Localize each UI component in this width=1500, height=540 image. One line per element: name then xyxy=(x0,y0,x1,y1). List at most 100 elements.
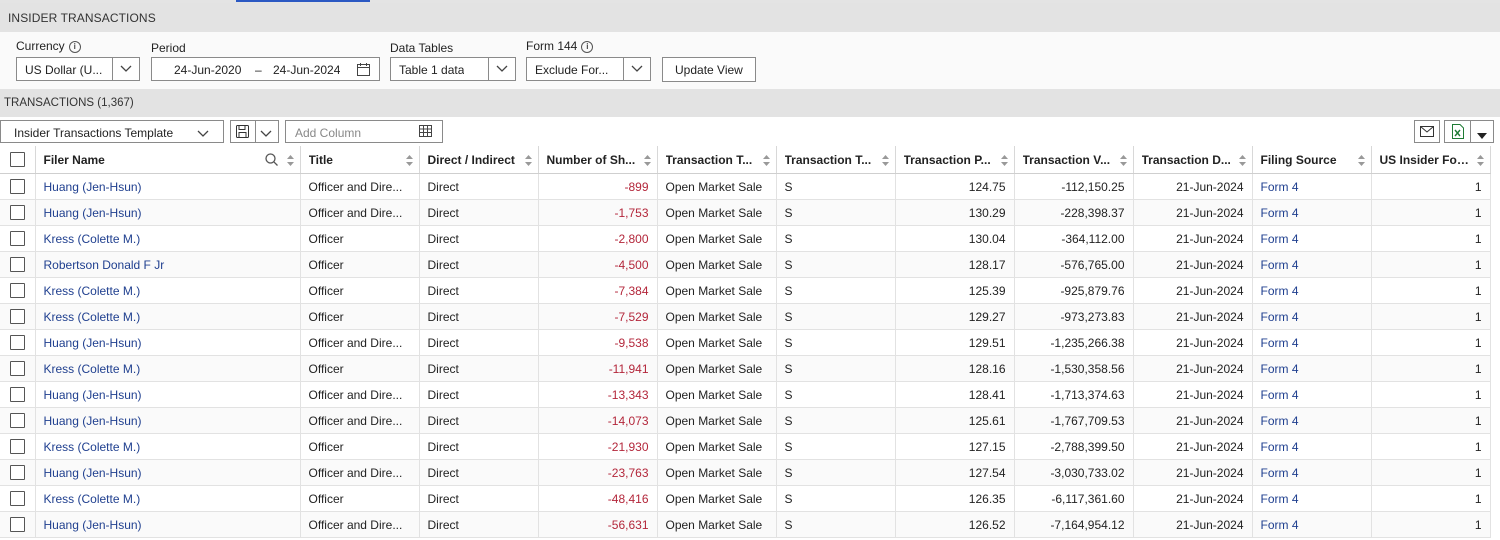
column-grid-icon[interactable] xyxy=(419,125,432,140)
email-button[interactable] xyxy=(1414,120,1440,143)
filer-name-cell[interactable]: Robertson Donald F Jr xyxy=(35,251,301,278)
table-row[interactable]: Kress (Colette M.) Officer Direct -48,416 Op… xyxy=(0,485,1491,512)
table-row[interactable]: Huang (Jen-Hsun) Officer and Dire... Direc… xyxy=(0,199,1491,226)
sort-icon[interactable] xyxy=(881,155,889,169)
excel-icon[interactable] xyxy=(1452,124,1464,142)
form144-dropdown[interactable]: Exclude For... xyxy=(526,57,651,81)
row-checkbox[interactable] xyxy=(9,361,25,377)
filing-source-cell[interactable]: Form 4 xyxy=(1252,329,1372,356)
period-range-field[interactable]: 24-Jun-2020 – 24-Jun-2024 xyxy=(151,57,380,81)
filing-source-cell[interactable]: Form 4 xyxy=(1252,433,1372,460)
sort-icon[interactable] xyxy=(1119,155,1127,169)
row-checkbox[interactable] xyxy=(9,231,25,247)
sort-icon[interactable] xyxy=(1000,155,1008,169)
sort-icon[interactable] xyxy=(762,155,770,169)
column-header-title[interactable]: Title xyxy=(300,146,420,174)
filing-source-cell[interactable]: Form 4 xyxy=(1252,459,1372,486)
sort-icon[interactable] xyxy=(1357,155,1365,169)
filing-source-cell[interactable]: Form 4 xyxy=(1252,225,1372,252)
search-icon[interactable] xyxy=(264,153,278,169)
column-header-filing-source[interactable]: Filing Source xyxy=(1252,146,1372,174)
row-checkbox[interactable] xyxy=(9,491,25,507)
column-header-direct-indirect[interactable]: Direct / Indirect xyxy=(419,146,539,174)
table-row[interactable]: Kress (Colette M.) Officer Direct -11,941 Op… xyxy=(0,355,1491,382)
filer-name-cell[interactable]: Kress (Colette M.) xyxy=(35,277,301,304)
filer-name-cell[interactable]: Kress (Colette M.) xyxy=(35,433,301,460)
row-checkbox[interactable] xyxy=(9,465,25,481)
table-row[interactable]: Huang (Jen-Hsun) Officer and Dire... Direc… xyxy=(0,407,1491,434)
filing-source-cell[interactable]: Form 4 xyxy=(1252,173,1372,200)
template-dropdown[interactable]: Insider Transactions Template xyxy=(0,120,224,143)
row-checkbox[interactable] xyxy=(9,205,25,221)
row-checkbox[interactable] xyxy=(9,387,25,403)
currency-dropdown[interactable]: US Dollar (U... xyxy=(16,57,140,81)
filer-name-cell[interactable]: Kress (Colette M.) xyxy=(35,225,301,252)
sort-icon[interactable] xyxy=(405,155,413,169)
sort-icon[interactable] xyxy=(524,155,532,169)
filing-source-cell[interactable]: Form 4 xyxy=(1252,251,1372,278)
filing-source-cell[interactable]: Form 4 xyxy=(1252,511,1372,538)
column-header-filer-name[interactable]: Filer Name xyxy=(35,146,301,174)
period-end[interactable]: 24-Jun-2024 xyxy=(273,63,340,77)
select-all-checkbox[interactable] xyxy=(9,152,25,168)
chevron-down-icon[interactable] xyxy=(197,127,209,141)
sort-icon[interactable] xyxy=(643,155,651,169)
table-row[interactable]: Kress (Colette M.) Officer Direct -7,529 Ope… xyxy=(0,303,1491,330)
filing-source-cell[interactable]: Form 4 xyxy=(1252,407,1372,434)
row-checkbox[interactable] xyxy=(9,335,25,351)
sort-icon[interactable] xyxy=(1476,155,1484,169)
column-header-number-of-shares[interactable]: Number of Sh... xyxy=(538,146,658,174)
table-row[interactable]: Huang (Jen-Hsun) Officer and Dire... Direc… xyxy=(0,511,1491,538)
filer-name-cell[interactable]: Huang (Jen-Hsun) xyxy=(35,173,301,200)
filing-source-cell[interactable]: Form 4 xyxy=(1252,277,1372,304)
column-header-transaction-code[interactable]: Transaction T... xyxy=(776,146,896,174)
chevron-down-icon[interactable] xyxy=(112,58,139,80)
row-checkbox[interactable] xyxy=(9,257,25,273)
row-checkbox[interactable] xyxy=(9,283,25,299)
period-start[interactable]: 24-Jun-2020 xyxy=(174,63,241,77)
add-column-field[interactable]: Add Column xyxy=(285,120,443,143)
table-row[interactable]: Kress (Colette M.) Officer Direct -7,384 Ope… xyxy=(0,277,1491,304)
column-header-transaction-type[interactable]: Transaction T... xyxy=(657,146,777,174)
row-checkbox[interactable] xyxy=(9,309,25,325)
column-header-us-insider-form[interactable]: US Insider For... xyxy=(1371,146,1491,174)
column-header-transaction-date[interactable]: Transaction D... xyxy=(1133,146,1253,174)
calendar-icon[interactable] xyxy=(357,63,370,79)
table-row[interactable]: Huang (Jen-Hsun) Officer and Dire... Direc… xyxy=(0,329,1491,356)
table-row[interactable]: Huang (Jen-Hsun) Officer and Dire... Direc… xyxy=(0,459,1491,486)
filer-name-cell[interactable]: Huang (Jen-Hsun) xyxy=(35,407,301,434)
sort-icon[interactable] xyxy=(286,155,294,169)
filer-name-cell[interactable]: Huang (Jen-Hsun) xyxy=(35,329,301,356)
table-row[interactable]: Kress (Colette M.) Officer Direct -21,930 Op… xyxy=(0,433,1491,460)
column-header-transaction-value[interactable]: Transaction V... xyxy=(1014,146,1134,174)
filer-name-cell[interactable]: Huang (Jen-Hsun) xyxy=(35,381,301,408)
row-checkbox[interactable] xyxy=(9,439,25,455)
caret-down-icon[interactable] xyxy=(1477,128,1487,142)
sort-icon[interactable] xyxy=(1238,155,1246,169)
table-row[interactable]: Huang (Jen-Hsun) Officer and Dire... Direc… xyxy=(0,381,1491,408)
filing-source-cell[interactable]: Form 4 xyxy=(1252,303,1372,330)
info-icon[interactable]: i xyxy=(68,41,81,53)
filing-source-cell[interactable]: Form 4 xyxy=(1252,485,1372,512)
chevron-down-icon[interactable] xyxy=(623,58,650,80)
data-tables-dropdown[interactable]: Table 1 data xyxy=(390,57,516,81)
filer-name-cell[interactable]: Huang (Jen-Hsun) xyxy=(35,511,301,538)
row-checkbox[interactable] xyxy=(9,179,25,195)
update-view-button[interactable]: Update View xyxy=(662,57,756,82)
filer-name-cell[interactable]: Kress (Colette M.) xyxy=(35,303,301,330)
filing-source-cell[interactable]: Form 4 xyxy=(1252,199,1372,226)
chevron-down-icon[interactable] xyxy=(488,58,515,80)
row-checkbox[interactable] xyxy=(9,413,25,429)
save-icon[interactable] xyxy=(236,125,249,141)
row-checkbox[interactable] xyxy=(9,517,25,533)
info-icon[interactable]: i xyxy=(581,41,594,53)
filer-name-cell[interactable]: Huang (Jen-Hsun) xyxy=(35,459,301,486)
filer-name-cell[interactable]: Kress (Colette M.) xyxy=(35,355,301,382)
chevron-down-icon[interactable] xyxy=(260,127,272,141)
filing-source-cell[interactable]: Form 4 xyxy=(1252,381,1372,408)
table-row[interactable]: Robertson Donald F Jr Officer Direct -4,500… xyxy=(0,251,1491,278)
filer-name-cell[interactable]: Kress (Colette M.) xyxy=(35,485,301,512)
table-row[interactable]: Kress (Colette M.) Officer Direct -2,800 Ope… xyxy=(0,225,1491,252)
table-row[interactable]: Huang (Jen-Hsun) Officer and Dire... Direc… xyxy=(0,173,1491,200)
filing-source-cell[interactable]: Form 4 xyxy=(1252,355,1372,382)
